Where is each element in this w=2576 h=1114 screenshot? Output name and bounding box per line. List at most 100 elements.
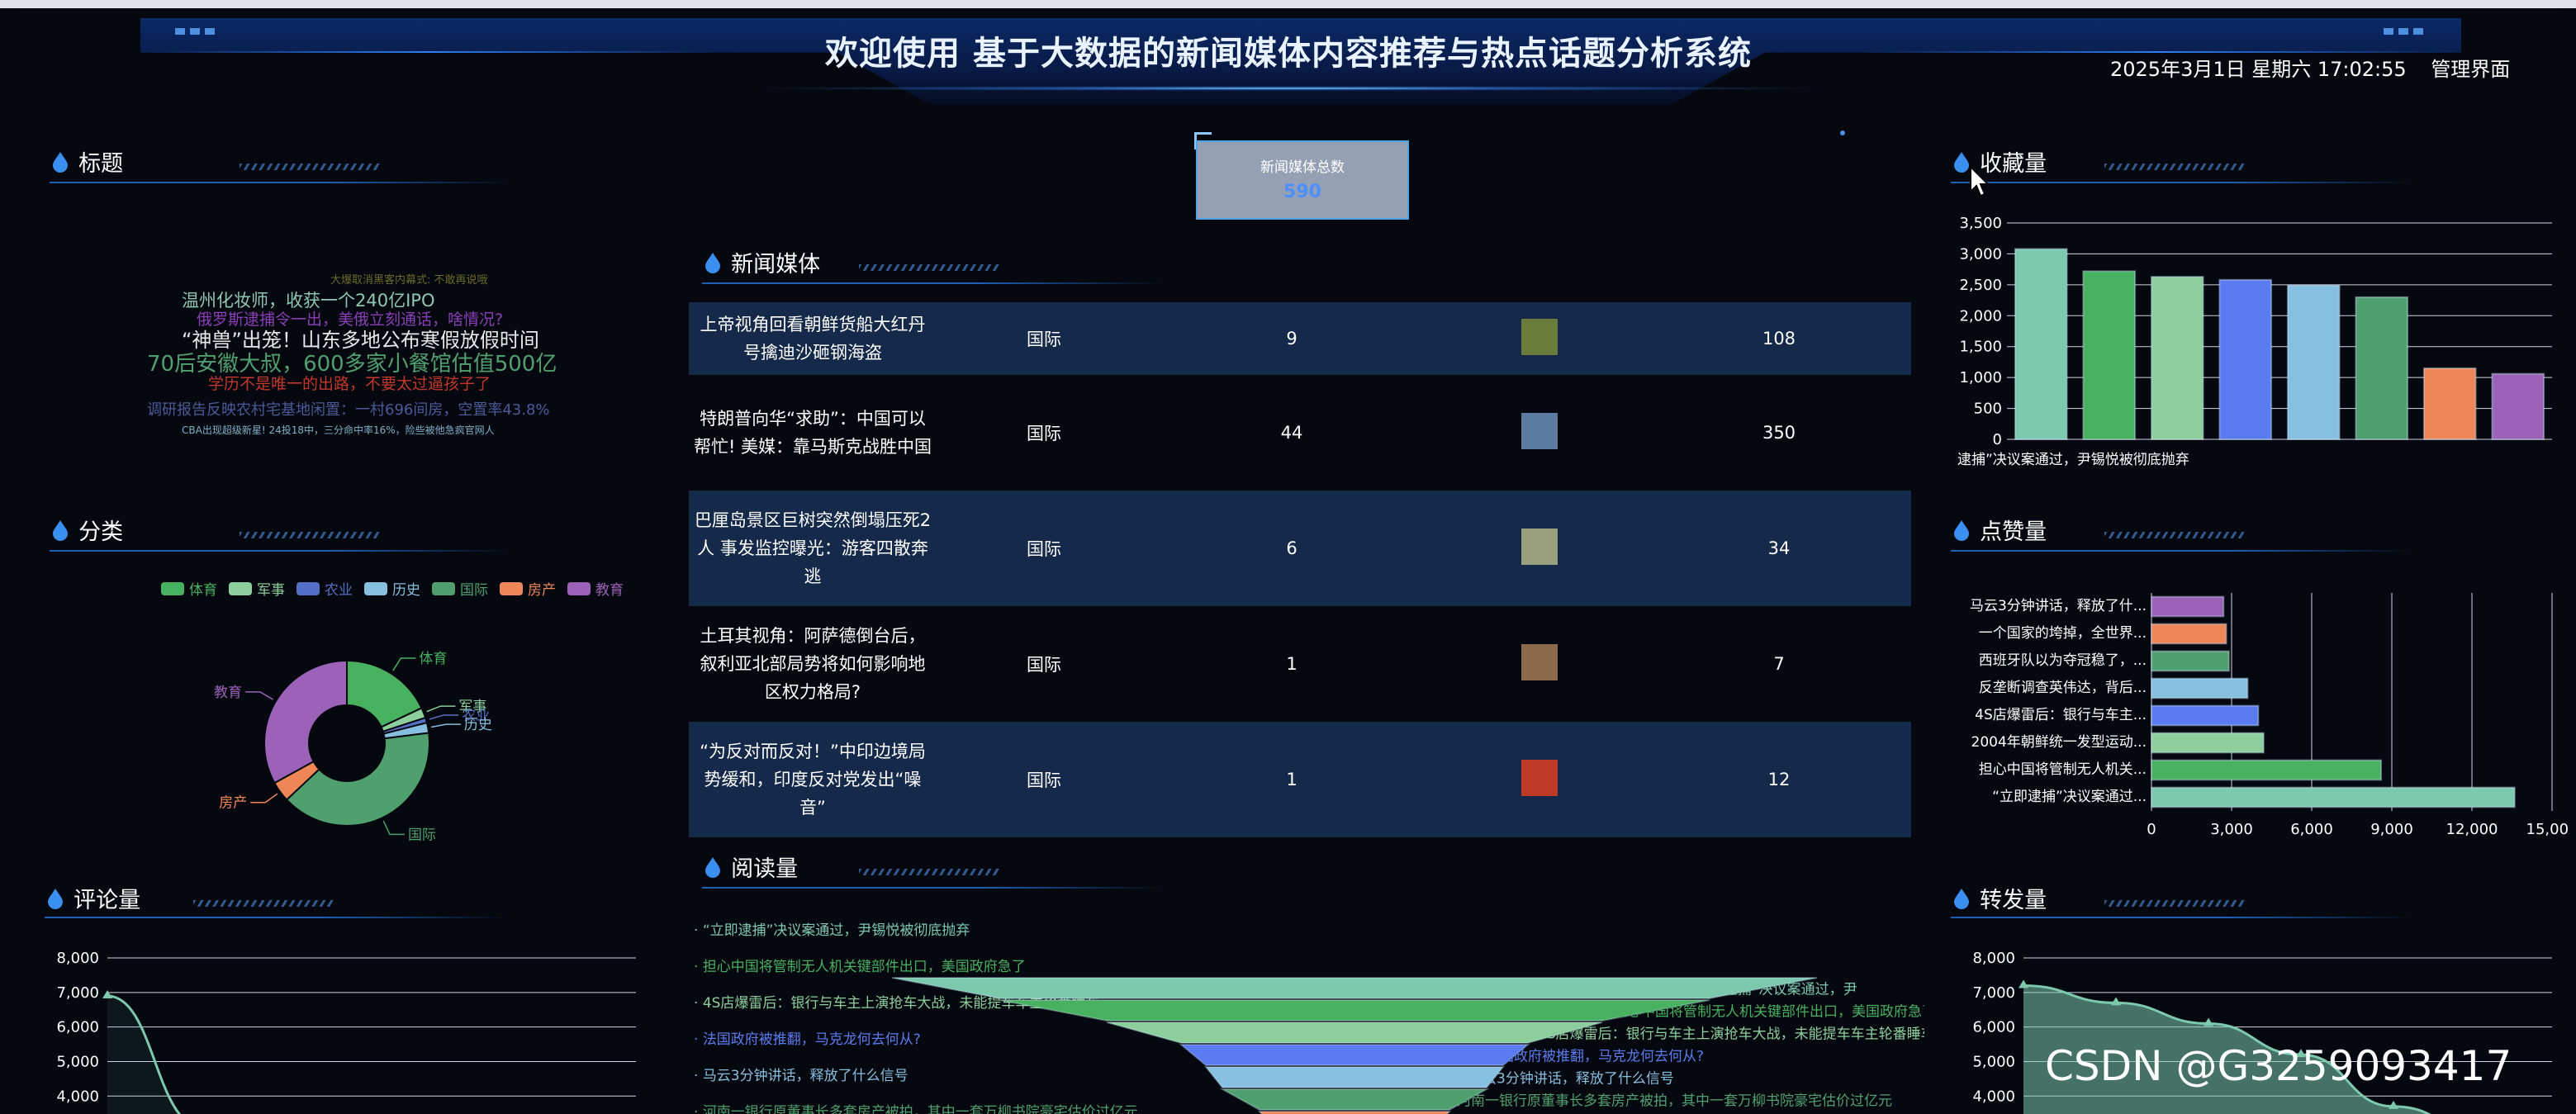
table-row[interactable]: 土耳其视角：阿萨德倒台后，叙利亚北部局势将如何影响地区权力格局? 国际 1 7 (689, 606, 1911, 722)
bar[interactable] (2151, 650, 2230, 672)
header-deco-square (205, 28, 215, 35)
header-deco-square (175, 28, 185, 35)
news-title[interactable]: 特朗普向华“求助”：中国可以帮忙! 美媒：靠马斯克战胜中国 (693, 405, 932, 461)
bar[interactable] (2422, 367, 2477, 441)
legend-item[interactable]: 军事 (229, 578, 285, 599)
bar[interactable] (2355, 296, 2409, 441)
bar[interactable] (2014, 248, 2068, 440)
funnel-segment[interactable] (1219, 1088, 1490, 1111)
comments-line-chart: 3,0004,0005,0006,0007,0008,000 (56, 950, 636, 1114)
pie-label: 体育 (419, 651, 447, 667)
bar[interactable] (2082, 270, 2137, 441)
y-tick-label: 500 (1974, 401, 2002, 418)
pie-label: 国际 (408, 827, 436, 843)
admin-link[interactable]: 管理界面 (2431, 58, 2510, 81)
funnel-segment[interactable] (1179, 1044, 1530, 1066)
y-category-label: 担心中国将管制无人机关... (1979, 761, 2147, 778)
feed-bullet: · (694, 922, 703, 939)
category-legend: 体育 军事 农业 历史 国际 房产 教育 (161, 578, 635, 599)
pie-label-line (250, 793, 278, 804)
feed-bullet: · (694, 1068, 703, 1084)
news-thumbnail[interactable] (1521, 318, 1558, 355)
panel-header-comments: 评论量 (46, 882, 140, 914)
line-point[interactable] (2389, 1100, 2398, 1109)
legend-label: 国际 (460, 582, 488, 599)
feed-item[interactable]: · “立即逮捕”决议案通过，尹锡悦被彻底抛弃 (694, 918, 970, 939)
bar[interactable] (2286, 284, 2341, 440)
bar[interactable] (2151, 704, 2260, 727)
bar[interactable] (2151, 732, 2265, 754)
y-category-label: 2004年朝鲜统一发型运动... (1971, 734, 2147, 751)
funnel-segment[interactable] (1203, 1066, 1506, 1088)
cloud-word[interactable]: 大爆取消黑客内幕式: 不敢再说哦 (330, 271, 488, 287)
droplet-icon (705, 252, 720, 273)
table-row[interactable]: “为反对而反对！”中印边境局势缓和，印度反对党发出“噪音” 国际 1 12 (689, 722, 1911, 837)
bar[interactable] (2218, 278, 2273, 440)
funnel-segment[interactable] (891, 977, 1818, 999)
news-thumbnail[interactable] (1521, 759, 1558, 796)
news-title[interactable]: “为反对而反对！”中印边境局势缓和，印度反对党发出“噪音” (693, 737, 932, 822)
header-deco-square (190, 28, 200, 35)
news-table: 上帝视角回看朝鲜货船大红丹号擒迪沙砸钢海盗 国际 9 108 特朗普向华“求助”：中国可… (689, 302, 1911, 837)
y-tick-label: 2,000 (1959, 307, 2002, 325)
legend-item[interactable]: 历史 (364, 578, 420, 599)
news-title[interactable]: 土耳其视角：阿萨德倒台后，叙利亚北部局势将如何影响地区权力格局? (693, 622, 932, 706)
cloud-word[interactable]: 学历不是唯一的出路，不要太过逼孩子了 (208, 372, 491, 394)
legend-item[interactable]: 体育 (161, 578, 217, 599)
header-hatch (193, 900, 334, 907)
bar[interactable] (2151, 595, 2225, 618)
pie-label-line (431, 723, 461, 728)
header-hatch (859, 264, 999, 271)
news-thumbnail[interactable] (1521, 412, 1558, 449)
panel-header-news-media: 新闻媒体 (704, 246, 820, 278)
legend-item[interactable]: 房产 (500, 578, 556, 599)
news-title[interactable]: 巴厘岛景区巨树突然倒塌压死2人 事发监控曝光：游客四散奔逃 (693, 506, 932, 590)
header-underline (702, 887, 1165, 889)
bar[interactable] (2151, 623, 2227, 645)
legend-item[interactable]: 农业 (297, 578, 353, 599)
panel-title: 标题 (78, 151, 124, 177)
page-title: 欢迎使用 基于大数据的新闻媒体内容推荐与热点话题分析系统 (825, 35, 1752, 73)
news-category: 国际 (1027, 329, 1061, 349)
news-title[interactable]: 上帝视角回看朝鲜货船大红丹号擒迪沙砸钢海盗 (693, 310, 932, 367)
line-point[interactable] (2019, 979, 2028, 988)
pie-label-line (244, 691, 273, 700)
y-category-label: 西班牙队以为夺冠稳了，... (1979, 652, 2147, 669)
funnel-segment[interactable] (1106, 1022, 1603, 1044)
cloud-word[interactable]: 调研报告反映农村宅基地闲置：一村696间房，空置率43.8% (147, 398, 550, 420)
table-row[interactable]: 上帝视角回看朝鲜货船大红丹号擒迪沙砸钢海盗 国际 9 108 (689, 302, 1911, 375)
mouse-cursor-icon (1970, 165, 1990, 197)
cloud-word[interactable]: CBA出现超级新星! 24投18中，三分命中率16%，险些被他急疯官网人 (182, 423, 495, 437)
bar[interactable] (2151, 759, 2383, 781)
deco-dot (1840, 130, 1845, 135)
bar[interactable] (2491, 372, 2545, 440)
pie-slice[interactable] (263, 659, 348, 785)
legend-item[interactable]: 教育 (567, 578, 624, 599)
news-count: 7 (1773, 654, 1785, 674)
droplet-icon (705, 856, 720, 878)
y-tick-label: 2,500 (1959, 277, 2002, 294)
news-title-cell: 土耳其视角：阿萨德倒台后，叙利亚北部局势将如何影响地区权力格局? (689, 606, 937, 722)
legend-item[interactable]: 国际 (432, 578, 488, 599)
line-point[interactable] (2204, 1017, 2213, 1026)
line-point[interactable] (2111, 997, 2121, 1006)
line-point[interactable] (102, 990, 112, 998)
news-thumbnail[interactable] (1521, 643, 1558, 680)
bar[interactable] (2150, 276, 2204, 440)
news-thumbnail-cell (1432, 491, 1647, 606)
header-hatch (859, 869, 999, 875)
bar[interactable] (2151, 786, 2516, 808)
legend-swatch (364, 581, 387, 595)
news-count: 44 (1280, 423, 1303, 443)
table-row[interactable]: 巴厘岛景区巨树突然倒塌压死2人 事发监控曝光：游客四散奔逃 国际 6 34 (689, 491, 1911, 606)
droplet-icon (1954, 888, 1969, 909)
bar[interactable] (2151, 677, 2249, 699)
funnel-label: 河南一银行原董事长多套房产被拍，其中一套万柳书院豪宅估价过亿元 (1457, 1093, 1892, 1110)
favorites-bar-chart: 0 500 1,000 1,500 2,000 2,500 3,000 3,500 逮捕”决议案… (1957, 215, 2552, 468)
y-category-label: 马云3分钟讲话，释放了什... (1970, 598, 2147, 614)
table-row[interactable]: 特朗普向华“求助”：中国可以帮忙! 美媒：靠马斯克战胜中国 国际 44 350 (689, 375, 1911, 491)
header-underline (1951, 182, 2413, 183)
funnel-segment[interactable] (999, 999, 1710, 1022)
y-tick-label: 5,000 (1972, 1053, 2015, 1070)
news-thumbnail[interactable] (1521, 528, 1558, 565)
